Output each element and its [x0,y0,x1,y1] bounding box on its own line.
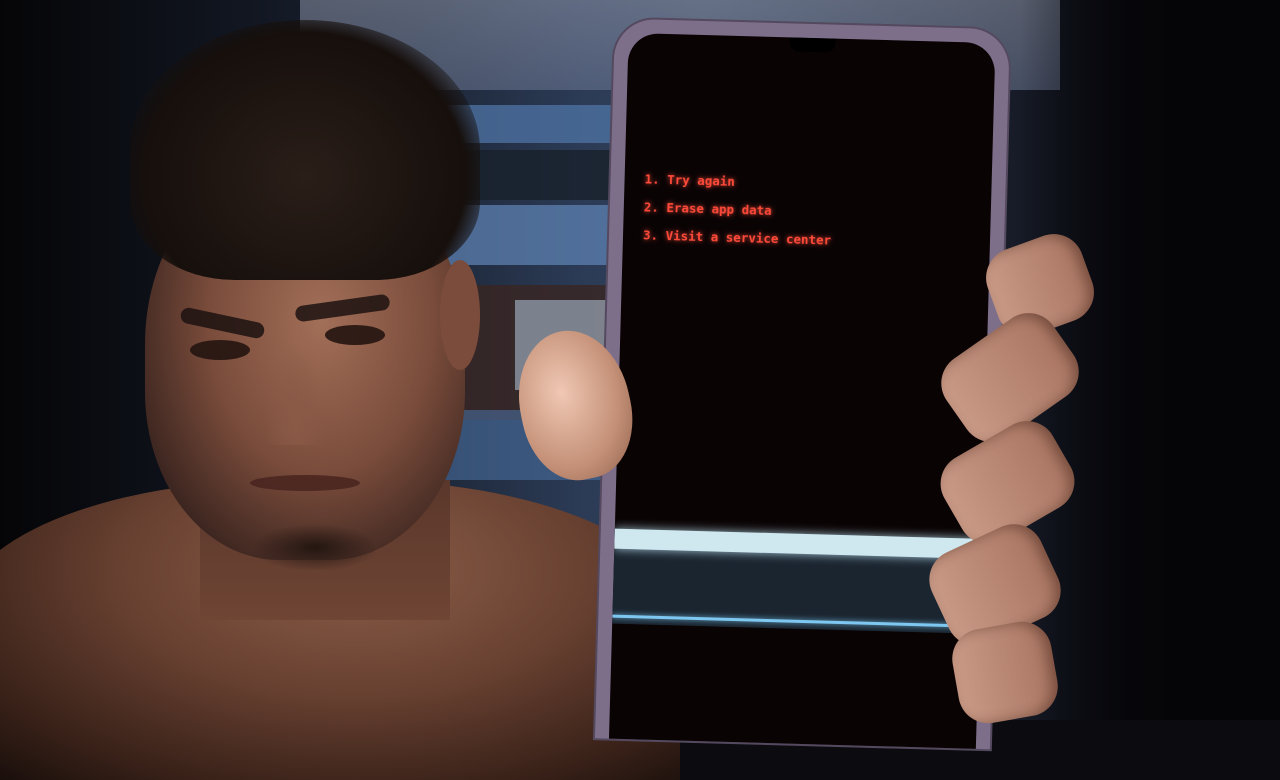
header-line [647,91,974,100]
header-line [647,91,974,100]
hair [130,20,480,280]
goatee [255,525,375,570]
recovery-step-title: 1. Try again [644,171,736,189]
mouth [250,475,360,491]
nose [265,345,325,445]
recovery-header [647,91,974,100]
recovery-step-title: 2. Erase app data [643,199,772,218]
camera-notch [788,37,836,53]
hand [919,225,1105,728]
recovery-step: 2. Erase app data [644,199,975,224]
left-eye [190,340,250,360]
ear [440,260,480,370]
recovery-step: 1. Try again [644,171,975,196]
finger [947,617,1063,728]
right-eye [325,325,385,345]
recovery-intro [645,159,976,168]
recovery-footer [621,663,968,673]
